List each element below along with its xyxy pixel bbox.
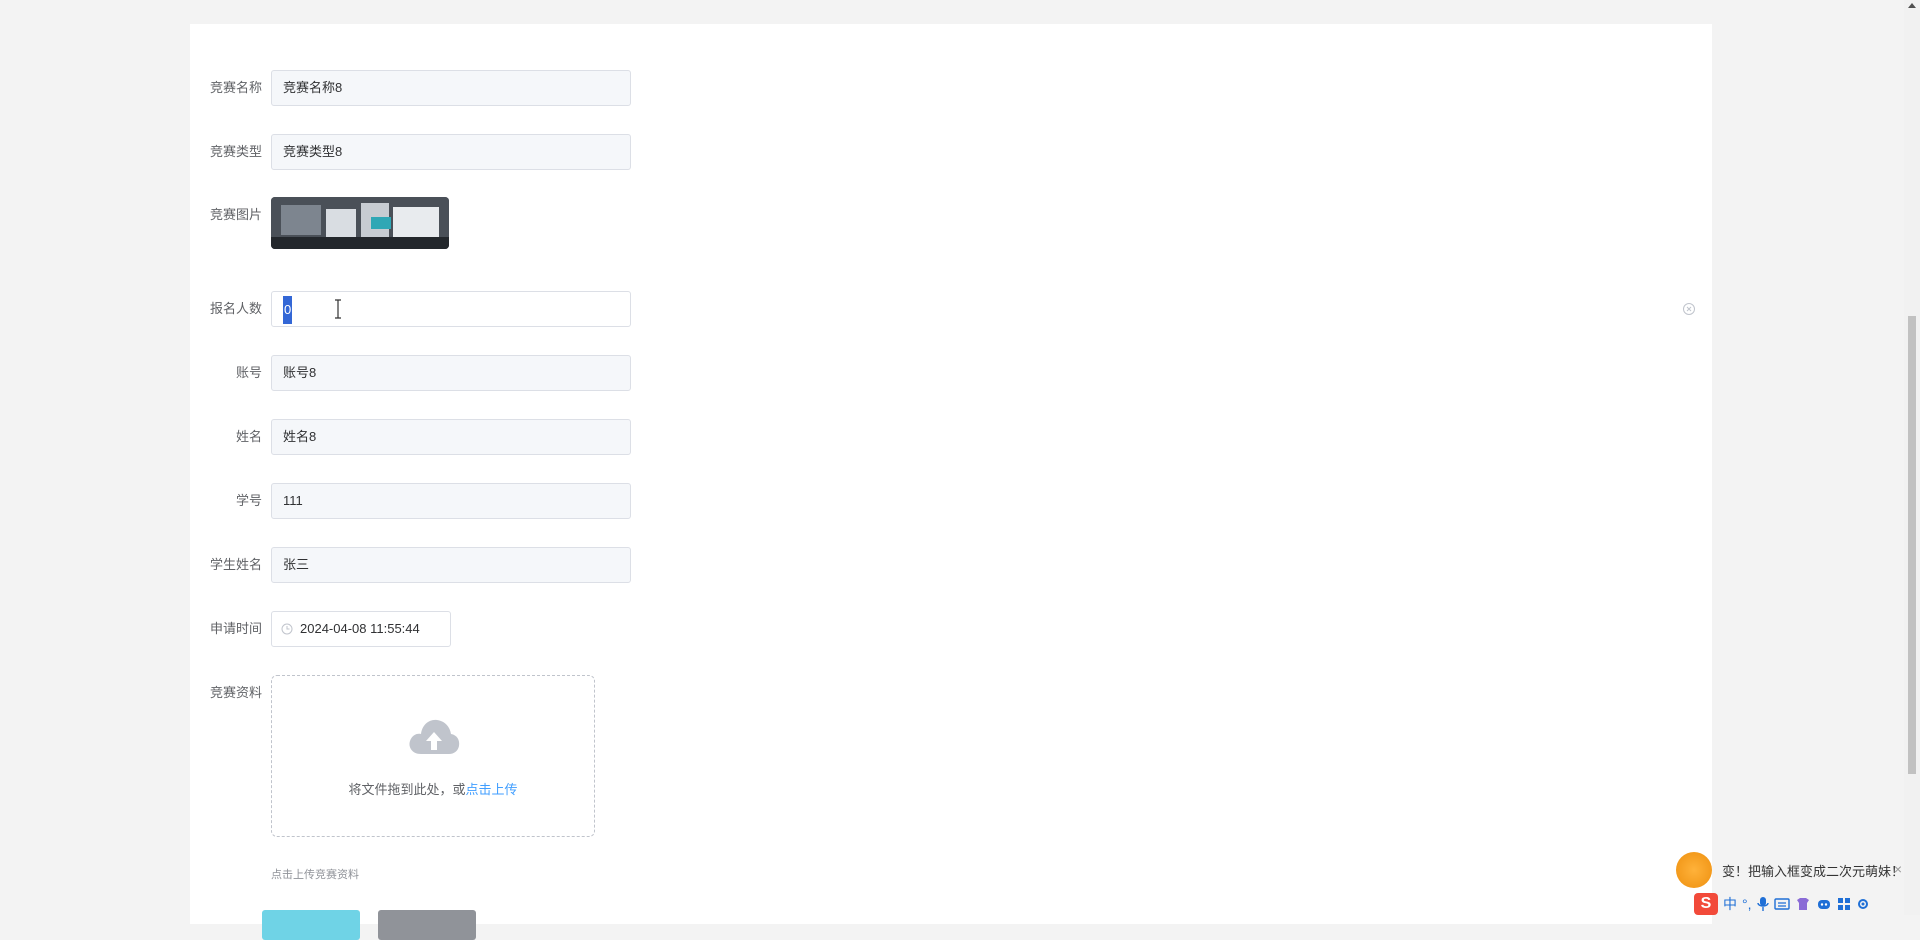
label-account: 账号	[235, 365, 262, 380]
label-competition-image: 竞赛图片	[209, 207, 262, 222]
selected-text: 0	[283, 295, 293, 324]
form-row-competition-image: 竞赛图片	[190, 197, 890, 251]
competition-name-field[interactable]: 竞赛名称8	[271, 70, 631, 106]
photo-icon	[271, 197, 449, 249]
upload-click-link[interactable]: 点击上传	[466, 782, 518, 797]
competition-type-field[interactable]: 竞赛类型8	[271, 134, 631, 170]
upload-tip-row: 点击上传竞赛资料	[190, 866, 590, 882]
form-row-student-name: 学生姓名 张三	[190, 547, 890, 583]
student-name-field[interactable]: 张三	[271, 547, 631, 583]
form-row-competition-type: 竞赛类型 竞赛类型8	[190, 134, 890, 170]
signup-count-input[interactable]: 0	[271, 291, 631, 327]
label-student-name: 学生姓名	[209, 557, 262, 572]
account-field[interactable]: 账号8	[271, 355, 631, 391]
apply-time-picker[interactable]: 2024-04-08 11:55:44	[271, 611, 451, 647]
ime-promo-text[interactable]: 变！把输入框变成二次元萌妹！	[1722, 861, 1904, 880]
gear-icon[interactable]	[1856, 897, 1870, 911]
upload-tip: 点击上传竞赛资料	[271, 869, 359, 881]
ime-mode-toggle[interactable]: 中	[1723, 894, 1737, 914]
form-row-competition-name: 竞赛名称 竞赛名称8	[190, 70, 890, 106]
upload-cloud-icon	[409, 719, 460, 754]
skin-icon[interactable]	[1795, 896, 1811, 912]
form-row-material: 竞赛资料 将文件拖到此处，或点击上传	[190, 675, 890, 839]
text-cursor-icon	[335, 299, 341, 319]
ime-toolbar: S 中 °,	[1694, 893, 1920, 915]
form-row-signup-count: 报名人数 0	[190, 291, 890, 327]
circle-close-icon[interactable]	[1682, 302, 1696, 316]
upload-hint-text: 将文件拖到此处，或	[348, 782, 466, 797]
microphone-icon[interactable]	[1756, 896, 1769, 912]
label-material: 竞赛资料	[209, 685, 262, 700]
form-row-student-id: 学号 111	[190, 483, 890, 519]
name-field[interactable]: 姓名8	[271, 419, 631, 455]
label-competition-name: 竞赛名称	[209, 80, 262, 95]
form-row-account: 账号 账号8	[190, 355, 890, 391]
apply-time-value: 2024-04-08 11:55:44	[300, 621, 420, 636]
label-signup-count: 报名人数	[209, 301, 262, 316]
sun-mascot-icon	[1676, 852, 1712, 888]
label-name: 姓名	[235, 429, 262, 444]
robot-icon[interactable]	[1816, 897, 1832, 911]
label-competition-type: 竞赛类型	[209, 144, 262, 159]
form-row-apply-time: 申请时间 2024-04-08 11:55:44	[190, 611, 890, 647]
close-icon[interactable]: ×	[1894, 861, 1902, 877]
upload-dropzone[interactable]: 将文件拖到此处，或点击上传	[271, 675, 595, 837]
clock-icon	[281, 623, 293, 635]
sogou-logo-icon[interactable]: S	[1694, 893, 1718, 915]
scrollbar-thumb[interactable]	[1908, 316, 1916, 774]
label-apply-time: 申请时间	[209, 621, 262, 636]
form-row-name: 姓名 姓名8	[190, 419, 890, 455]
page-scrollbar[interactable]	[1904, 0, 1920, 915]
upload-hint: 将文件拖到此处，或点击上传	[272, 779, 594, 798]
ime-promo-popup: 变！把输入框变成二次元萌妹！ ×	[1676, 852, 1908, 888]
ime-punctuation-toggle[interactable]: °,	[1742, 896, 1752, 912]
keyboard-icon[interactable]	[1773, 897, 1790, 911]
scroll-up-arrow-icon[interactable]	[1908, 3, 1916, 8]
grid-menu-icon[interactable]	[1837, 897, 1851, 911]
competition-image-thumbnail[interactable]	[271, 197, 449, 249]
label-student-id: 学号	[235, 493, 262, 508]
student-id-field[interactable]: 111	[271, 483, 631, 519]
